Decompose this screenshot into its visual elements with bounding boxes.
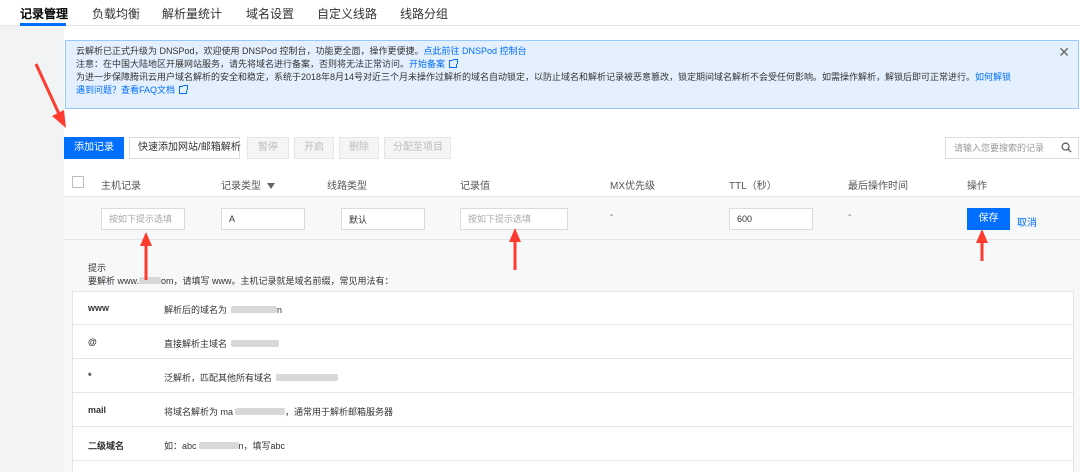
annotation-arrow-icon	[140, 232, 152, 280]
table-row: 二级域名 如：abc n，填写abc	[73, 428, 1073, 461]
header-type: 记录类型	[221, 177, 275, 192]
tab-load-balancing[interactable]: 负载均衡	[92, 5, 140, 22]
header-value: 记录值	[460, 181, 490, 192]
select-all-checkbox[interactable]	[72, 176, 84, 188]
header-host: 主机记录	[101, 181, 141, 192]
header-line: 线路类型	[327, 181, 367, 192]
record-type-select[interactable]	[221, 208, 305, 230]
annotation-arrow-icon	[509, 228, 521, 270]
enable-button[interactable]: 开启	[294, 137, 334, 159]
tab-bar: 记录管理 负载均衡 解析量统计 域名设置 自定义线路 线路分组	[0, 0, 1080, 26]
hint-table: www 解析后的域名为 n @ 直接解析主域名 * 泛解析，匹配其他所有域名 ma…	[72, 291, 1074, 472]
save-button[interactable]: 保存	[967, 208, 1010, 230]
start-icp-link[interactable]: 开始备案	[409, 59, 445, 69]
assign-project-button[interactable]: 分配至项目	[384, 137, 451, 159]
search-icon[interactable]	[1061, 142, 1072, 153]
tab-record-management[interactable]: 记录管理	[20, 5, 68, 22]
pause-button[interactable]: 暂停	[247, 137, 289, 159]
mx-value: -	[610, 210, 614, 221]
notice-line-4: 遇到问题？查看FAQ文档	[76, 84, 1052, 97]
table-row: @ 直接解析主域名	[73, 326, 1073, 359]
search-box	[945, 137, 1079, 159]
close-icon[interactable]: ✕	[1058, 45, 1070, 59]
annotation-arrow-icon	[34, 63, 66, 128]
redacted-text	[231, 306, 278, 313]
redacted-text	[276, 374, 339, 381]
header-ttl: TTL（秒）	[729, 181, 777, 192]
info-notice: 云解析已正式升级为 DNSPod，欢迎使用 DNSPod 控制台，功能更全面，操…	[65, 40, 1079, 109]
tab-resolution-stats[interactable]: 解析量统计	[162, 5, 222, 22]
last-op-value: -	[848, 210, 852, 221]
hint-title: 提示	[88, 263, 107, 273]
filter-icon[interactable]	[267, 183, 275, 189]
redacted-text	[198, 442, 239, 449]
add-record-button[interactable]: 添加记录	[64, 137, 124, 159]
dnspod-console-link[interactable]: 点此前往 DNSPod 控制台	[424, 46, 527, 56]
header-actions: 操作	[967, 181, 987, 192]
redacted-text	[235, 408, 286, 415]
tab-custom-lines[interactable]: 自定义线路	[317, 5, 377, 22]
how-to-unlock-link[interactable]: 如何解锁	[975, 72, 1011, 82]
notice-line-2: 注意：在中国大陆地区开展网站服务，请先将域名进行备案，否则将无法正常访问。开始备…	[76, 58, 1052, 71]
line-type-select[interactable]	[341, 208, 425, 230]
tab-domain-settings[interactable]: 域名设置	[246, 5, 294, 22]
ttl-input[interactable]	[729, 208, 813, 230]
redacted-text	[231, 340, 280, 347]
header-last-op: 最后操作时间	[848, 181, 908, 192]
host-input[interactable]	[101, 208, 185, 230]
hint-description: 要解析 www. om，请填写 www。主机记录就是域名前缀，常见用法有：	[88, 276, 394, 286]
delete-button[interactable]: 删除	[339, 137, 379, 159]
header-mx: MX优先级	[610, 181, 655, 192]
notice-line-3: 为进一步保障腾讯云用户域名解析的安全和稳定，系统于2018年8月14号对近三个月…	[76, 72, 1012, 82]
notice-line-1: 云解析已正式升级为 DNSPod，欢迎使用 DNSPod 控制台，功能更全面，操…	[76, 46, 527, 56]
active-tab-indicator	[20, 23, 66, 26]
tab-line-groups[interactable]: 线路分组	[400, 5, 448, 22]
faq-link[interactable]: 遇到问题？查看FAQ文档	[76, 85, 175, 95]
table-row: www 解析后的域名为 n	[73, 292, 1073, 325]
search-input[interactable]	[946, 138, 1056, 158]
record-value-input[interactable]	[460, 208, 568, 230]
external-link-icon	[449, 59, 459, 68]
cancel-link[interactable]: 取消	[1017, 214, 1037, 229]
annotation-arrow-icon	[976, 229, 988, 261]
new-record-row	[64, 197, 1080, 240]
external-link-icon	[179, 85, 189, 94]
quick-add-button[interactable]: 快速添加网站/邮箱解析	[129, 137, 241, 159]
table-row: * 泛解析，匹配其他所有域名	[73, 360, 1073, 393]
table-row: mail 将域名解析为 ma ，通常用于解析邮箱服务器	[73, 394, 1073, 427]
